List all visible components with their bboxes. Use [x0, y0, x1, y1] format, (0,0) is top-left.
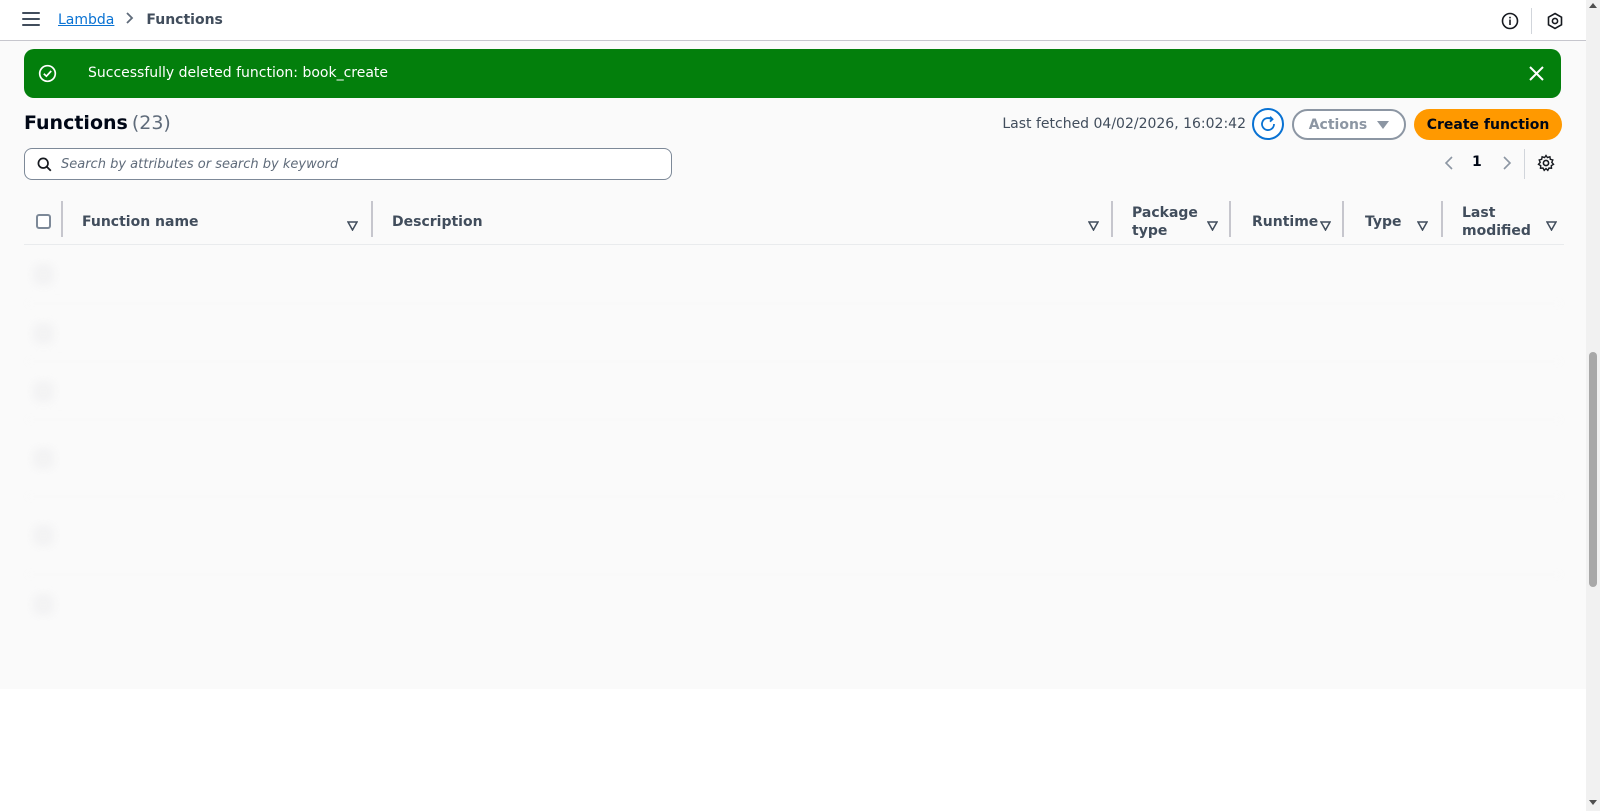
breadcrumb-lambda-link[interactable]: Lambda [58, 12, 114, 28]
row-checkbox[interactable] [36, 528, 51, 543]
row-checkbox[interactable] [36, 326, 51, 341]
flash-message: Successfully deleted function: book_crea… [88, 65, 389, 81]
chevron-left-icon[interactable] [1441, 154, 1459, 172]
chevron-right-icon [126, 12, 134, 28]
page-title: Functions (23) [24, 112, 171, 134]
refresh-icon [1261, 116, 1275, 131]
scroll-thumb[interactable] [1589, 352, 1597, 587]
actions-button[interactable]: Actions [1292, 109, 1406, 140]
search-input[interactable] [61, 153, 661, 175]
column-runtime[interactable]: Runtime [1252, 199, 1322, 245]
last-fetched-timestamp: Last fetched 04/02/2026, 16:02:42 [1002, 116, 1246, 132]
success-flash-banner: Successfully deleted function: book_crea… [24, 49, 1561, 98]
refresh-button[interactable] [1252, 108, 1284, 140]
success-check-icon [38, 64, 57, 83]
create-function-button[interactable]: Create function [1414, 109, 1562, 140]
table-row[interactable] [24, 420, 1564, 497]
sort-down-icon[interactable] [1087, 216, 1100, 232]
column-separator [371, 201, 373, 237]
column-separator [1342, 201, 1344, 237]
sort-down-icon[interactable] [1206, 216, 1219, 232]
page-title-text: Functions [24, 112, 128, 134]
menu-icon[interactable] [22, 12, 40, 28]
table-row[interactable] [24, 497, 1564, 575]
table-header: Function name Description Package type R… [24, 199, 1564, 245]
search-icon [37, 157, 52, 172]
actions-label: Actions [1308, 116, 1368, 133]
table-row[interactable] [24, 304, 1564, 362]
row-checkbox[interactable] [36, 451, 51, 466]
sort-down-icon[interactable] [346, 216, 359, 232]
sort-down-icon[interactable] [1319, 216, 1332, 232]
caret-down-icon [1377, 120, 1390, 129]
select-all-checkbox[interactable] [36, 214, 51, 229]
column-separator [1441, 201, 1443, 237]
column-last-modified[interactable]: Last modified [1462, 199, 1532, 245]
page-number[interactable]: 1 [1472, 154, 1482, 170]
sort-down-icon[interactable] [1545, 216, 1558, 232]
hexagon-settings-icon[interactable] [1546, 12, 1564, 30]
table-body [24, 245, 1564, 633]
sort-down-icon[interactable] [1416, 216, 1429, 232]
table-row[interactable] [24, 575, 1564, 633]
info-icon[interactable] [1501, 12, 1519, 30]
functions-table: Function name Description Package type R… [24, 199, 1564, 633]
breadcrumb: Lambda Functions [58, 12, 223, 28]
table-row[interactable] [24, 362, 1564, 420]
close-icon[interactable] [1528, 65, 1545, 82]
topbar-divider [1531, 8, 1532, 34]
scroll-down-arrow-icon[interactable] [1589, 800, 1597, 805]
gear-icon[interactable] [1537, 154, 1555, 172]
scroll-up-arrow-icon[interactable] [1589, 3, 1597, 8]
column-separator [1111, 201, 1113, 237]
top-navigation: Lambda Functions [0, 0, 1586, 41]
breadcrumb-current: Functions [146, 12, 223, 28]
page-scrollbar[interactable] [1586, 0, 1600, 811]
column-package-type[interactable]: Package type [1132, 199, 1198, 245]
column-type[interactable]: Type [1365, 199, 1415, 245]
column-function-name[interactable]: Function name [82, 199, 342, 245]
main-content: Successfully deleted function: book_crea… [0, 41, 1586, 689]
row-checkbox[interactable] [36, 597, 51, 612]
table-row[interactable] [24, 245, 1564, 304]
row-checkbox[interactable] [36, 267, 51, 282]
column-description[interactable]: Description [392, 199, 992, 245]
row-checkbox[interactable] [36, 384, 51, 399]
function-count: (23) [131, 112, 171, 134]
column-separator [61, 201, 63, 237]
column-separator [1229, 201, 1231, 237]
pager-divider [1524, 149, 1525, 179]
search-field [24, 148, 672, 180]
chevron-right-icon[interactable] [1497, 154, 1515, 172]
